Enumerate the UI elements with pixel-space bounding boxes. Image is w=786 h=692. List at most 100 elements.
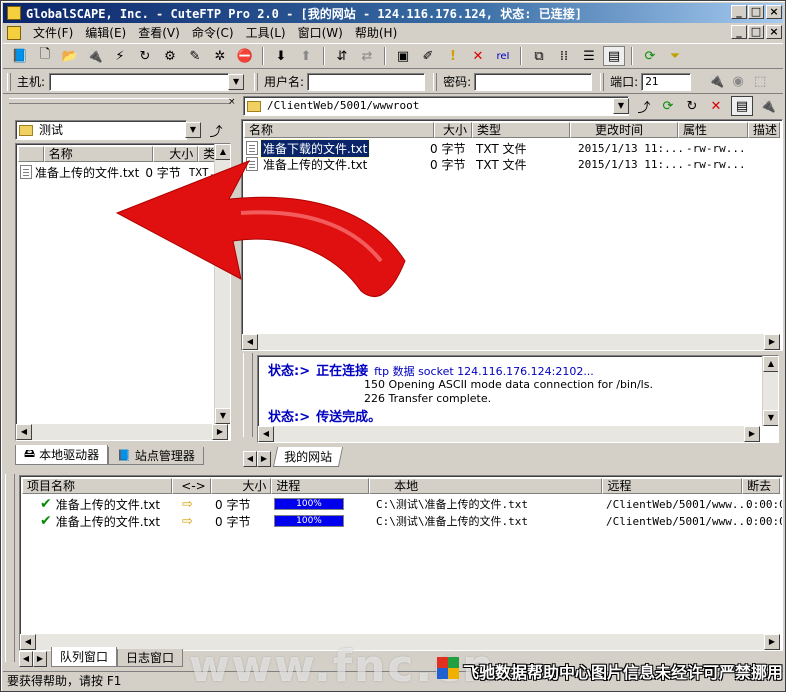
- tab-scroll-left-button[interactable]: ◀: [19, 651, 33, 667]
- tab-log-window[interactable]: 日志窗口: [117, 649, 184, 667]
- list-view-icon[interactable]: ☰: [578, 46, 600, 66]
- settings-icon[interactable]: ✲: [209, 46, 231, 66]
- scroll-down-button[interactable]: ▼: [763, 410, 778, 426]
- mdi-minimize-button[interactable]: _: [731, 25, 747, 39]
- large-icons-icon[interactable]: ⧉: [528, 46, 550, 66]
- edit-file-icon[interactable]: ✐: [417, 46, 439, 66]
- remote-refresh-icon[interactable]: ⟳: [657, 96, 679, 116]
- tab-scroll-left-button[interactable]: ◀: [243, 451, 257, 467]
- rename-icon[interactable]: reI: [492, 46, 514, 66]
- menu-command[interactable]: 命令(C): [186, 24, 240, 41]
- mdi-restore-button[interactable]: □: [748, 25, 764, 39]
- menu-help[interactable]: 帮助(H): [349, 24, 403, 41]
- upload-icon[interactable]: ⬆: [295, 46, 317, 66]
- local-folder-dropdown-button[interactable]: ▼: [185, 122, 201, 138]
- remote-path-select[interactable]: /ClientWeb/5001/wwwroot: [243, 96, 629, 116]
- menu-file[interactable]: 文件(F): [27, 24, 79, 41]
- remote-up-folder-icon[interactable]: ⤴: [633, 96, 655, 116]
- local-pane-close-icon[interactable]: ×: [228, 97, 236, 107]
- local-hscroll[interactable]: ◀ ▶: [16, 424, 228, 440]
- queue-gripper[interactable]: [5, 474, 15, 662]
- doc-icon[interactable]: [7, 25, 21, 40]
- remote-col-desc[interactable]: 描述: [748, 122, 780, 138]
- remote-col-type[interactable]: 类型: [472, 122, 570, 138]
- tab-scroll-right-button[interactable]: ▶: [33, 651, 47, 667]
- scroll-right-button[interactable]: ▶: [764, 334, 780, 350]
- maximize-button[interactable]: □: [748, 5, 764, 19]
- stop-icon[interactable]: ⛔: [234, 46, 256, 66]
- scroll-down-button[interactable]: ▼: [215, 408, 230, 424]
- remote-col-attr[interactable]: 属性: [678, 122, 748, 138]
- menu-view[interactable]: 查看(V): [132, 24, 186, 41]
- menu-window[interactable]: 窗口(W): [292, 24, 349, 41]
- sync-icon[interactable]: ⇄: [356, 46, 378, 66]
- connect-options-icon[interactable]: ◉: [727, 72, 749, 92]
- small-icons-icon[interactable]: ⁞⁞: [553, 46, 575, 66]
- queue-col-name[interactable]: 项目名称: [22, 478, 172, 494]
- scroll-right-button[interactable]: ▶: [764, 634, 780, 650]
- log-hscroll[interactable]: ◀ ▶: [258, 426, 760, 442]
- tab-site-manager[interactable]: 📘 站点管理器: [108, 447, 204, 465]
- remote-path-dropdown-button[interactable]: ▼: [613, 98, 629, 114]
- password-input[interactable]: [474, 72, 593, 91]
- download-icon[interactable]: ⬇: [270, 46, 292, 66]
- remote-hscroll[interactable]: ◀ ▶: [242, 334, 780, 350]
- scroll-left-button[interactable]: ◀: [16, 424, 32, 440]
- queue-col-remote[interactable]: 远程: [602, 478, 743, 494]
- remote-stop-icon[interactable]: ✕: [705, 96, 727, 116]
- queue-row[interactable]: ✔ 准备上传的文件.txt ⇨ 0 字节 100% C:\测试\准备上传的文件.…: [40, 496, 782, 512]
- menu-edit[interactable]: 编辑(E): [79, 24, 132, 41]
- reconnect-icon[interactable]: ↻: [134, 46, 156, 66]
- queue-col-progress[interactable]: 进程: [271, 478, 370, 494]
- user-input[interactable]: [307, 72, 426, 91]
- mdi-close-button[interactable]: ×: [766, 25, 782, 39]
- edit-icon[interactable]: ✎: [184, 46, 206, 66]
- queue-col-direction[interactable]: <->: [171, 478, 212, 494]
- view-icon[interactable]: ▣: [392, 46, 414, 66]
- new-icon[interactable]: 🗋: [34, 46, 56, 66]
- quick-connect-icon[interactable]: ⚙: [159, 46, 181, 66]
- alert-icon[interactable]: !: [442, 46, 464, 66]
- menu-tools[interactable]: 工具(L): [240, 24, 292, 41]
- local-up-folder-icon[interactable]: ⤴: [205, 120, 227, 140]
- remote-col-name[interactable]: 名称: [244, 122, 434, 138]
- title-bar[interactable]: GlobalSCAPE, Inc. - CuteFTP Pro 2.0 - [我…: [3, 3, 783, 23]
- remote-disconnect-icon[interactable]: 🔌: [757, 96, 779, 116]
- site-manager-icon[interactable]: 📘: [9, 46, 31, 66]
- open-folder-icon[interactable]: 📂: [59, 46, 81, 66]
- filter-icon[interactable]: ⏷: [664, 46, 686, 66]
- refresh-icon[interactable]: ⟳: [639, 46, 661, 66]
- details-view-icon[interactable]: ▤: [603, 46, 625, 66]
- log-gripper[interactable]: [243, 353, 253, 437]
- log-vscroll[interactable]: ▲ ▼: [762, 356, 778, 426]
- scroll-right-button[interactable]: ▶: [212, 424, 228, 440]
- connect-icon[interactable]: 🔌: [84, 46, 106, 66]
- queue-col-size[interactable]: 大小: [211, 478, 272, 494]
- queue-col-elapsed[interactable]: 断去: [742, 478, 780, 494]
- scroll-right-button[interactable]: ▶: [744, 426, 760, 442]
- scroll-left-button[interactable]: ◀: [242, 334, 258, 350]
- queue-row[interactable]: ✔ 准备上传的文件.txt ⇨ 0 字节 100% C:\测试\准备上传的文件.…: [40, 513, 782, 529]
- tab-scroll-right-button[interactable]: ▶: [257, 451, 271, 467]
- remote-reload-icon[interactable]: ↻: [681, 96, 703, 116]
- scroll-left-button[interactable]: ◀: [258, 426, 274, 442]
- minimize-button[interactable]: _: [731, 5, 747, 19]
- queue-col-local[interactable]: 本地: [369, 478, 603, 494]
- close-button[interactable]: ×: [766, 5, 782, 19]
- host-dropdown-button[interactable]: ▼: [228, 73, 245, 90]
- local-folder-select[interactable]: 测试: [15, 120, 187, 140]
- remote-view-icon[interactable]: ▤: [731, 96, 753, 116]
- transfer-icon[interactable]: ⇵: [331, 46, 353, 66]
- scroll-up-button[interactable]: ▲: [763, 356, 778, 372]
- tab-my-site[interactable]: 我的网站: [272, 447, 344, 467]
- host-input[interactable]: [49, 72, 230, 91]
- port-input[interactable]: 21: [641, 72, 692, 91]
- disconnect-icon[interactable]: ⚡: [109, 46, 131, 66]
- remote-col-size[interactable]: 大小: [434, 122, 472, 138]
- tab-local-drives[interactable]: 🖴 本地驱动器: [15, 445, 109, 465]
- tab-queue-window[interactable]: 队列窗口: [51, 647, 118, 667]
- delete-icon[interactable]: ✕: [467, 46, 489, 66]
- remote-col-modified[interactable]: 更改时间: [570, 122, 678, 138]
- connect-go-icon[interactable]: 🔌: [705, 72, 727, 92]
- connect-lock-icon[interactable]: ⬚: [749, 72, 771, 92]
